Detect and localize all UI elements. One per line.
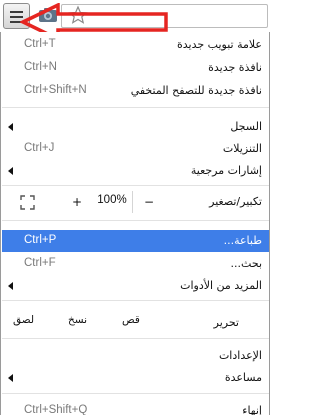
zoom-divider [132, 191, 133, 213]
menu-item-more-tools[interactable]: المزيد من الأدوات [2, 275, 269, 297]
shortcut-text: Ctrl+P [24, 234, 57, 246]
menu-separator [2, 220, 269, 221]
shortcut-text: Ctrl+F [24, 257, 56, 269]
menu-item-label: إنهاء [242, 404, 262, 415]
menu-separator [2, 393, 269, 394]
menu-item-bookmarks[interactable]: إشارات مرجعية [2, 160, 269, 182]
zoom-out-button[interactable]: − [138, 192, 160, 212]
submenu-arrow-icon [8, 167, 13, 175]
menu-item-label: المزيد من الأدوات [180, 279, 262, 292]
menu-item-exit[interactable]: Ctrl+Shift+Q إنهاء [2, 400, 269, 415]
menu-separator [2, 107, 269, 108]
submenu-arrow-icon [8, 123, 13, 131]
shortcut-text: Ctrl+T [24, 38, 56, 50]
menu-item-label: نافذة جديدة [208, 61, 262, 74]
shortcut-text: Ctrl+Shift+Q [24, 404, 88, 415]
shortcut-text: Ctrl+J [24, 142, 55, 154]
menu-item-label: الإعدادات [218, 349, 262, 362]
cut-button[interactable]: قص [122, 314, 140, 326]
chrome-dropdown-menu: Ctrl+T علامة تبويب جديدة Ctrl+N نافذة جد… [0, 32, 270, 415]
menu-item-label: التنزيلات [222, 142, 262, 155]
menu-item-label: مساعدة [224, 371, 262, 384]
menu-item-label: بحث... [230, 257, 262, 270]
star-icon[interactable] [68, 5, 88, 25]
menu-item-new-tab[interactable]: Ctrl+T علامة تبويب جديدة [2, 34, 269, 56]
menu-separator [2, 185, 269, 186]
browser-toolbar [0, 0, 270, 41]
menu-item-downloads[interactable]: Ctrl+J التنزيلات [2, 138, 269, 160]
paste-button[interactable]: لصق [13, 314, 34, 326]
menu-item-print[interactable]: Ctrl+P طباعة... [2, 230, 269, 252]
menu-item-label: علامة تبويب جديدة [176, 38, 262, 51]
menu-separator [2, 300, 269, 301]
camera-icon[interactable] [38, 7, 58, 23]
menu-item-new-window[interactable]: Ctrl+N نافذة جديدة [2, 57, 269, 79]
menu-separator [2, 338, 269, 339]
menu-item-label: السجل [230, 120, 262, 133]
edit-label: تحرير [213, 316, 239, 329]
address-bar[interactable] [61, 4, 268, 28]
submenu-arrow-icon [8, 374, 13, 382]
zoom-row: + 100% − تكبير/تصغير [2, 188, 269, 216]
submenu-arrow-icon [8, 282, 13, 290]
copy-button[interactable]: نسخ [68, 314, 87, 326]
menu-item-label: إشارات مرجعية [190, 164, 262, 177]
menu-item-label: طباعة... [223, 234, 262, 247]
shortcut-text: Ctrl+Shift+N [24, 84, 87, 96]
fullscreen-icon[interactable] [20, 195, 35, 210]
edit-row: لصق نسخ قص تحرير [2, 309, 269, 336]
chrome-menu-button[interactable] [3, 3, 30, 29]
zoom-level: 100% [97, 194, 127, 206]
menu-item-new-incognito-window[interactable]: Ctrl+Shift+N نافذة جديدة للتصفح المتخفي [2, 80, 269, 102]
menu-item-find[interactable]: Ctrl+F بحث... [2, 253, 269, 275]
menu-item-settings[interactable]: الإعدادات [2, 345, 269, 367]
menu-item-history[interactable]: السجل [2, 116, 269, 138]
zoom-in-button[interactable]: + [66, 192, 88, 212]
menu-item-label: نافذة جديدة للتصفح المتخفي [130, 84, 262, 97]
shortcut-text: Ctrl+N [24, 61, 57, 73]
hamburger-icon [10, 11, 23, 26]
zoom-label: تكبير/تصغير [209, 195, 262, 208]
menu-item-help[interactable]: مساعدة [2, 367, 269, 389]
